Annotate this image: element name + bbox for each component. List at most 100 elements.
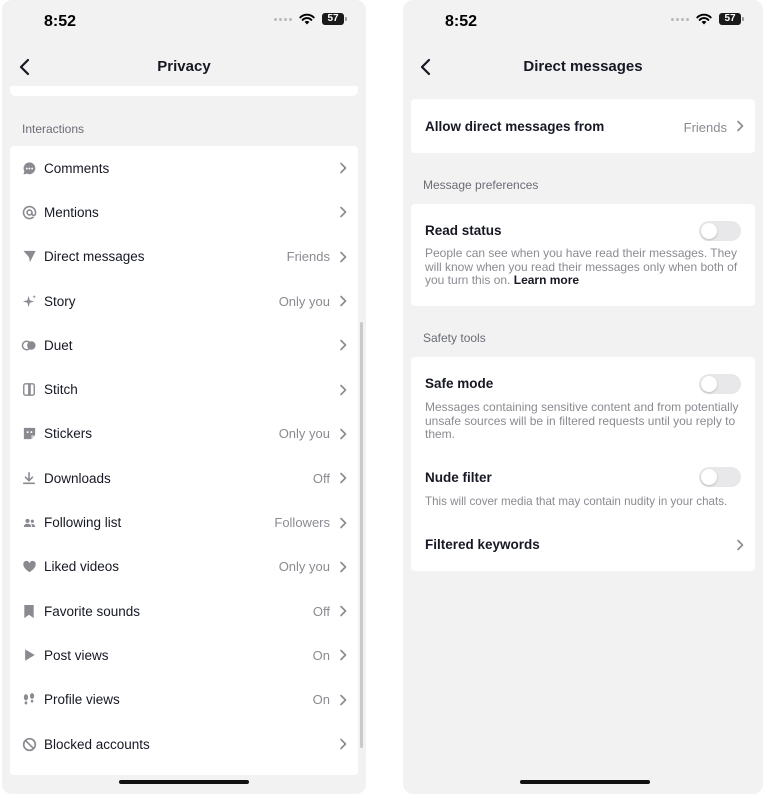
home-indicator[interactable]	[119, 780, 249, 784]
privacy-item-downloads[interactable]: Downloads Off	[10, 456, 358, 500]
allow-messages-value: Friends	[683, 120, 727, 135]
privacy-item-label: Following list	[44, 515, 122, 531]
allow-messages-row[interactable]: Allow direct messages from Friends	[411, 99, 755, 153]
privacy-item-label: Favorite sounds	[44, 603, 141, 619]
scrollbar[interactable]	[360, 322, 363, 748]
privacy-item-profile-views[interactable]: Profile views On	[10, 678, 358, 722]
chevron-right-icon	[340, 428, 347, 440]
home-indicator[interactable]	[520, 780, 650, 784]
chevron-right-icon	[340, 295, 347, 307]
allow-messages-label: Allow direct messages from	[425, 119, 605, 134]
privacy-item-blocked-accounts[interactable]: Blocked accounts	[10, 722, 358, 766]
wifi-icon	[299, 13, 315, 25]
read-status-toggle[interactable]	[699, 221, 741, 241]
toggle-knob	[701, 223, 717, 239]
privacy-item-favorite-sounds[interactable]: Favorite sounds Off	[10, 589, 358, 633]
privacy-item-post-views[interactable]: Post views On	[10, 633, 358, 677]
section-label-safety-tools: Safety tools	[423, 331, 486, 345]
allow-messages-card: Allow direct messages from Friends	[411, 99, 755, 153]
nude-filter-description: This will cover media that may contain n…	[425, 495, 728, 508]
at-icon	[21, 204, 37, 220]
toggle-knob	[701, 376, 717, 392]
learn-more-link[interactable]: Learn more	[514, 273, 579, 287]
nude-filter-toggle[interactable]	[699, 467, 741, 487]
chevron-right-icon	[340, 605, 347, 617]
chevron-right-icon	[340, 650, 347, 661]
privacy-item-story[interactable]: Story Only you	[10, 279, 358, 323]
privacy-item-label: Story	[44, 293, 76, 309]
privacy-item-label: Liked videos	[44, 559, 120, 575]
battery-icon: 57	[322, 13, 347, 25]
privacy-item-duet[interactable]: Duet	[10, 323, 358, 367]
bookmark-icon	[21, 603, 37, 619]
privacy-item-value: Only you	[278, 293, 330, 309]
heart-icon	[21, 559, 37, 575]
filtered-keywords-label: Filtered keywords	[425, 537, 540, 552]
chevron-right-icon	[340, 384, 347, 395]
status-bar: 8:52 57	[403, 0, 763, 46]
chevron-right-icon	[340, 207, 347, 218]
privacy-item-label: Direct messages	[44, 249, 145, 265]
privacy-item-label: Post views	[44, 647, 109, 663]
privacy-item-label: Blocked accounts	[44, 736, 150, 752]
status-icons: 57	[274, 13, 347, 25]
privacy-item-value: On	[312, 692, 330, 708]
status-bar: 8:52 57	[2, 0, 366, 46]
privacy-item-label: Duet	[44, 337, 73, 353]
chevron-right-icon	[737, 539, 744, 551]
cellular-signal-icon	[671, 17, 689, 21]
chevron-right-icon	[340, 162, 347, 174]
send-icon	[21, 249, 37, 265]
privacy-item-liked-videos[interactable]: Liked videos Only you	[10, 545, 358, 589]
filtered-keywords-row[interactable]: Filtered keywords	[411, 525, 755, 565]
privacy-item-comments[interactable]: Comments	[10, 146, 358, 190]
people-icon	[21, 515, 37, 531]
nude-filter-title: Nude filter	[425, 470, 492, 485]
privacy-item-direct-messages[interactable]: Direct messages Friends	[10, 235, 358, 279]
play-icon	[21, 647, 37, 663]
stitch-icon	[21, 382, 37, 398]
privacy-item-stitch[interactable]: Stitch	[10, 367, 358, 411]
duet-icon	[21, 337, 37, 353]
page-title: Direct messages	[523, 58, 643, 75]
chevron-right-icon	[340, 738, 347, 750]
privacy-item-value: Only you	[278, 559, 330, 575]
status-time: 8:52	[445, 13, 478, 30]
battery-icon: 57	[719, 13, 744, 25]
sparkle-icon	[21, 293, 37, 309]
chevron-right-icon	[340, 517, 347, 528]
previous-section-card	[10, 86, 358, 96]
sticker-icon	[21, 426, 37, 442]
read-status-title: Read status	[425, 223, 502, 238]
safe-mode-description: Messages containing sensitive content an…	[425, 400, 739, 441]
page-title: Privacy	[157, 58, 211, 75]
privacy-item-following-list[interactable]: Following list Followers	[10, 500, 358, 544]
read-status-card: Read status People can see when you have…	[411, 204, 755, 306]
privacy-item-value: Off	[312, 603, 330, 619]
privacy-item-value: Followers	[274, 515, 330, 531]
toggle-knob	[701, 469, 717, 485]
privacy-item-label: Profile views	[44, 692, 120, 708]
section-label-message-preferences: Message preferences	[423, 178, 539, 192]
privacy-item-value: On	[312, 647, 330, 663]
nav-bar: Privacy	[2, 46, 366, 88]
wifi-icon	[696, 13, 712, 25]
privacy-item-value: Only you	[278, 426, 330, 442]
privacy-item-label: Stitch	[44, 382, 78, 398]
direct-messages-screen: 8:52 57 Direct messages Allow direct mes…	[403, 0, 763, 794]
safe-mode-title: Safe mode	[425, 376, 494, 391]
nav-bar: Direct messages	[403, 46, 763, 88]
chevron-right-icon	[340, 472, 347, 484]
chevron-right-icon	[737, 120, 744, 132]
chevron-right-icon	[340, 561, 347, 573]
safety-tools-card: Safe mode Messages containing sensitive …	[411, 357, 755, 571]
privacy-item-label: Mentions	[44, 204, 99, 220]
safe-mode-toggle[interactable]	[699, 374, 741, 394]
privacy-item-stickers[interactable]: Stickers Only you	[10, 412, 358, 456]
privacy-item-label: Stickers	[44, 426, 93, 442]
chevron-right-icon	[340, 694, 347, 706]
privacy-item-mentions[interactable]: Mentions	[10, 190, 358, 234]
chevron-right-icon	[340, 340, 347, 351]
privacy-item-label: Downloads	[44, 470, 111, 486]
comment-icon	[21, 160, 37, 176]
